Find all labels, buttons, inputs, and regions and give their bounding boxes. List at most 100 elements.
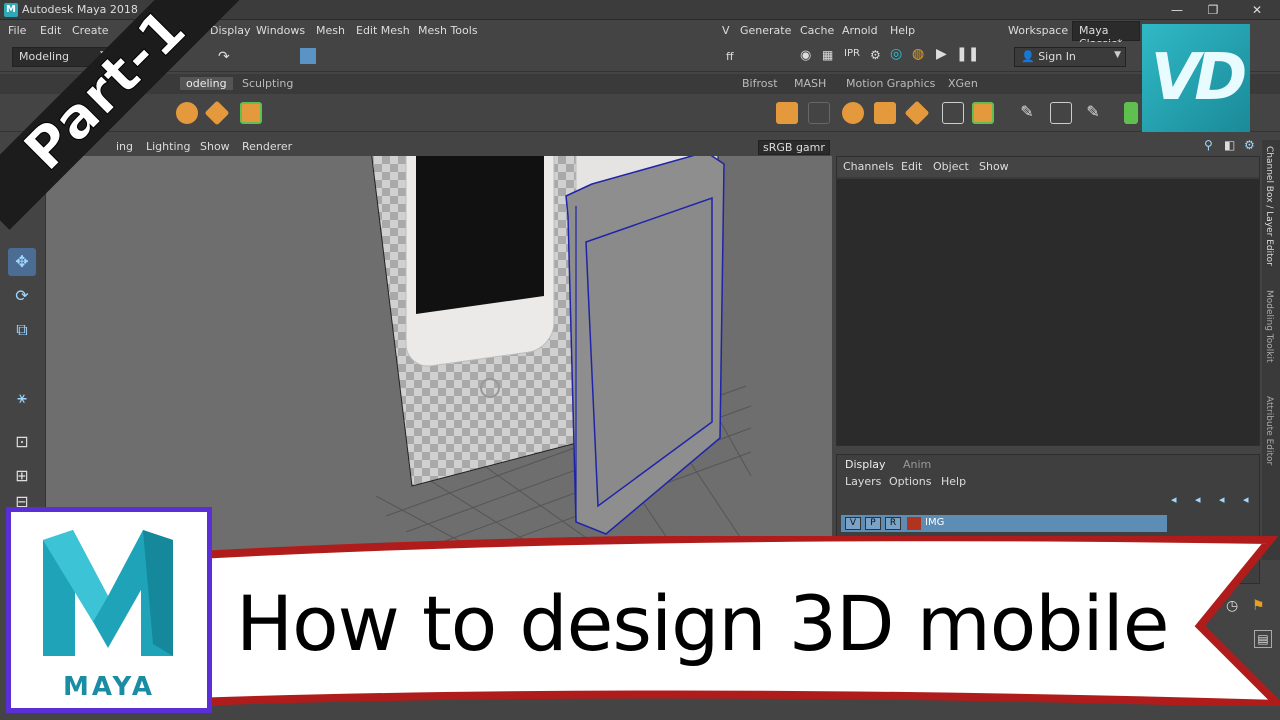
bevel-icon[interactable] bbox=[842, 102, 864, 124]
tab-mash[interactable]: MASH bbox=[794, 77, 826, 90]
multi-cut-icon[interactable] bbox=[942, 102, 964, 124]
side-tabs: Channel Box / Layer Editor Modeling Tool… bbox=[1262, 140, 1280, 560]
chevron-down-icon: ▼ bbox=[1114, 50, 1121, 60]
color-space-field[interactable]: sRGB gamr bbox=[758, 140, 830, 155]
menu-edit-mesh[interactable]: Edit Mesh bbox=[356, 24, 410, 37]
side-tab-attribute-editor[interactable]: Attribute Editor bbox=[1264, 396, 1274, 465]
tab-motion-graphics[interactable]: Motion Graphics bbox=[846, 77, 935, 90]
rotate-tool-icon[interactable]: ⟳ bbox=[8, 282, 36, 310]
render-icon[interactable]: ◉ bbox=[800, 48, 811, 63]
menu-edit[interactable]: Edit bbox=[40, 24, 61, 37]
snap-grid-icon[interactable] bbox=[300, 48, 316, 64]
channel-box-menu: Channels Edit Object Show bbox=[837, 157, 1259, 177]
redo-icon[interactable]: ↷ bbox=[218, 49, 230, 65]
move-layer-down-icon[interactable]: ◂ bbox=[1195, 493, 1201, 506]
scale-tool-icon[interactable]: ⧉ bbox=[8, 316, 36, 344]
pause-icon[interactable]: ❚❚ bbox=[956, 46, 979, 62]
le-menu-options[interactable]: Options bbox=[889, 475, 931, 488]
le-menu-help[interactable]: Help bbox=[941, 475, 966, 488]
maya-logo-label: MAYA bbox=[63, 672, 155, 702]
tab-sculpting[interactable]: Sculpting bbox=[242, 77, 293, 90]
separator-icon bbox=[808, 102, 830, 124]
maya-app-icon: M bbox=[4, 3, 18, 17]
layer-name: IMG bbox=[925, 517, 945, 528]
menu-cache[interactable]: Cache bbox=[800, 24, 834, 37]
tab-display[interactable]: Display bbox=[845, 458, 886, 471]
target-weld-icon[interactable] bbox=[1050, 102, 1072, 124]
workspace-dropdown[interactable]: Maya Classic* bbox=[1072, 21, 1140, 50]
arnold-render-icon[interactable]: ◍ bbox=[912, 46, 924, 62]
universal-manipulator-icon[interactable]: ⚹ bbox=[8, 384, 36, 412]
paint-icon[interactable]: ✎ bbox=[1082, 102, 1104, 124]
vp-menu-show[interactable]: Show bbox=[200, 140, 230, 153]
reference-phone-screen bbox=[416, 156, 544, 314]
tool-settings-toggle-icon[interactable]: ⚙ bbox=[1244, 138, 1255, 152]
render-settings-icon[interactable]: ⚙ bbox=[870, 48, 881, 62]
attribute-toggle-icon[interactable]: ◧ bbox=[1224, 138, 1235, 152]
le-menu-layers[interactable]: Layers bbox=[845, 475, 881, 488]
side-tab-modeling-toolkit[interactable]: Modeling Toolkit bbox=[1264, 290, 1274, 363]
vd-logo-text: VD bbox=[1150, 41, 1248, 115]
layer-row-img[interactable]: V P R IMG bbox=[841, 515, 1167, 532]
menu-arnold[interactable]: Arnold bbox=[842, 24, 878, 37]
layer-playback-toggle[interactable]: P bbox=[865, 517, 881, 530]
maya-logo: MAYA bbox=[6, 507, 212, 713]
restore-icon[interactable]: ❐ bbox=[1196, 0, 1230, 20]
viewport-scene bbox=[371, 156, 752, 566]
layer-color-swatch[interactable] bbox=[907, 517, 921, 530]
cb-menu-channels[interactable]: Channels bbox=[843, 160, 894, 173]
menu-v[interactable]: V bbox=[722, 24, 730, 37]
move-tool-icon[interactable]: ✥ bbox=[8, 248, 36, 276]
cb-menu-object[interactable]: Object bbox=[933, 160, 969, 173]
user-icon: 👤 bbox=[1021, 50, 1035, 63]
vp-menu-lighting[interactable]: Lighting bbox=[146, 140, 190, 153]
extrude-icon[interactable] bbox=[776, 102, 798, 124]
channel-box-toggle-icon[interactable]: ⚲ bbox=[1204, 138, 1213, 152]
bridge-icon[interactable] bbox=[874, 102, 896, 124]
cb-menu-edit[interactable]: Edit bbox=[901, 160, 922, 173]
green-swatch-icon[interactable] bbox=[1124, 102, 1138, 124]
side-tab-channel-box[interactable]: Channel Box / Layer Editor bbox=[1264, 146, 1274, 266]
channel-box: Channels Edit Object Show bbox=[836, 156, 1260, 446]
workspace-label: Workspace : bbox=[1008, 24, 1076, 37]
viewport-menu-bar: ing Lighting Show Renderer sRGB gamr bbox=[46, 136, 832, 156]
layer-reference-toggle[interactable]: R bbox=[885, 517, 901, 530]
channel-box-body bbox=[837, 179, 1259, 445]
cb-menu-show[interactable]: Show bbox=[979, 160, 1009, 173]
vp-menu-renderer[interactable]: Renderer bbox=[242, 140, 292, 153]
vd-logo: VD bbox=[1142, 24, 1250, 132]
render-sequence-icon[interactable]: ▦ bbox=[822, 48, 833, 62]
menu-windows[interactable]: Windows bbox=[256, 24, 305, 37]
layout-four-icon[interactable]: ⊞ bbox=[8, 462, 36, 490]
layer-visibility-toggle[interactable]: V bbox=[845, 517, 861, 530]
edit-icon[interactable]: ✎ bbox=[1016, 102, 1038, 124]
shelf-tabs: odeling Sculpting Bifrost MASH Motion Gr… bbox=[0, 74, 1280, 94]
close-icon[interactable]: ✕ bbox=[1240, 0, 1274, 20]
tab-xgen[interactable]: XGen bbox=[948, 77, 978, 90]
menu-mesh[interactable]: Mesh bbox=[316, 24, 345, 37]
poly-cylinder-icon[interactable] bbox=[240, 102, 262, 124]
poly-cube-icon[interactable] bbox=[204, 100, 230, 126]
layout-single-icon[interactable]: ⊡ bbox=[8, 428, 36, 456]
menu-generate[interactable]: Generate bbox=[740, 24, 791, 37]
new-layer-selected-icon[interactable]: ◂ bbox=[1243, 493, 1249, 506]
sign-in-button[interactable]: 👤 Sign In ▼ bbox=[1014, 47, 1126, 67]
menu-file[interactable]: File bbox=[8, 24, 26, 37]
new-layer-icon[interactable]: ◂ bbox=[1219, 493, 1225, 506]
menu-help[interactable]: Help bbox=[890, 24, 915, 37]
off-label: ff bbox=[726, 50, 734, 63]
tab-bifrost[interactable]: Bifrost bbox=[742, 77, 778, 90]
move-layer-up-icon[interactable]: ◂ bbox=[1171, 493, 1177, 506]
hypershade-icon[interactable]: ◎ bbox=[890, 46, 902, 62]
sign-in-label: Sign In bbox=[1038, 50, 1076, 63]
tab-modeling[interactable]: odeling bbox=[180, 77, 233, 90]
ipr-icon[interactable]: IPR bbox=[844, 48, 860, 59]
viewport[interactable] bbox=[46, 156, 832, 566]
menu-mesh-tools[interactable]: Mesh Tools bbox=[418, 24, 478, 37]
poly-sphere-icon[interactable] bbox=[176, 102, 198, 124]
play-icon[interactable]: ▶ bbox=[936, 46, 947, 62]
insert-edge-loop-icon[interactable] bbox=[972, 102, 994, 124]
tab-anim[interactable]: Anim bbox=[903, 458, 931, 471]
append-icon[interactable] bbox=[904, 100, 930, 126]
minimize-icon[interactable]: — bbox=[1160, 0, 1194, 20]
